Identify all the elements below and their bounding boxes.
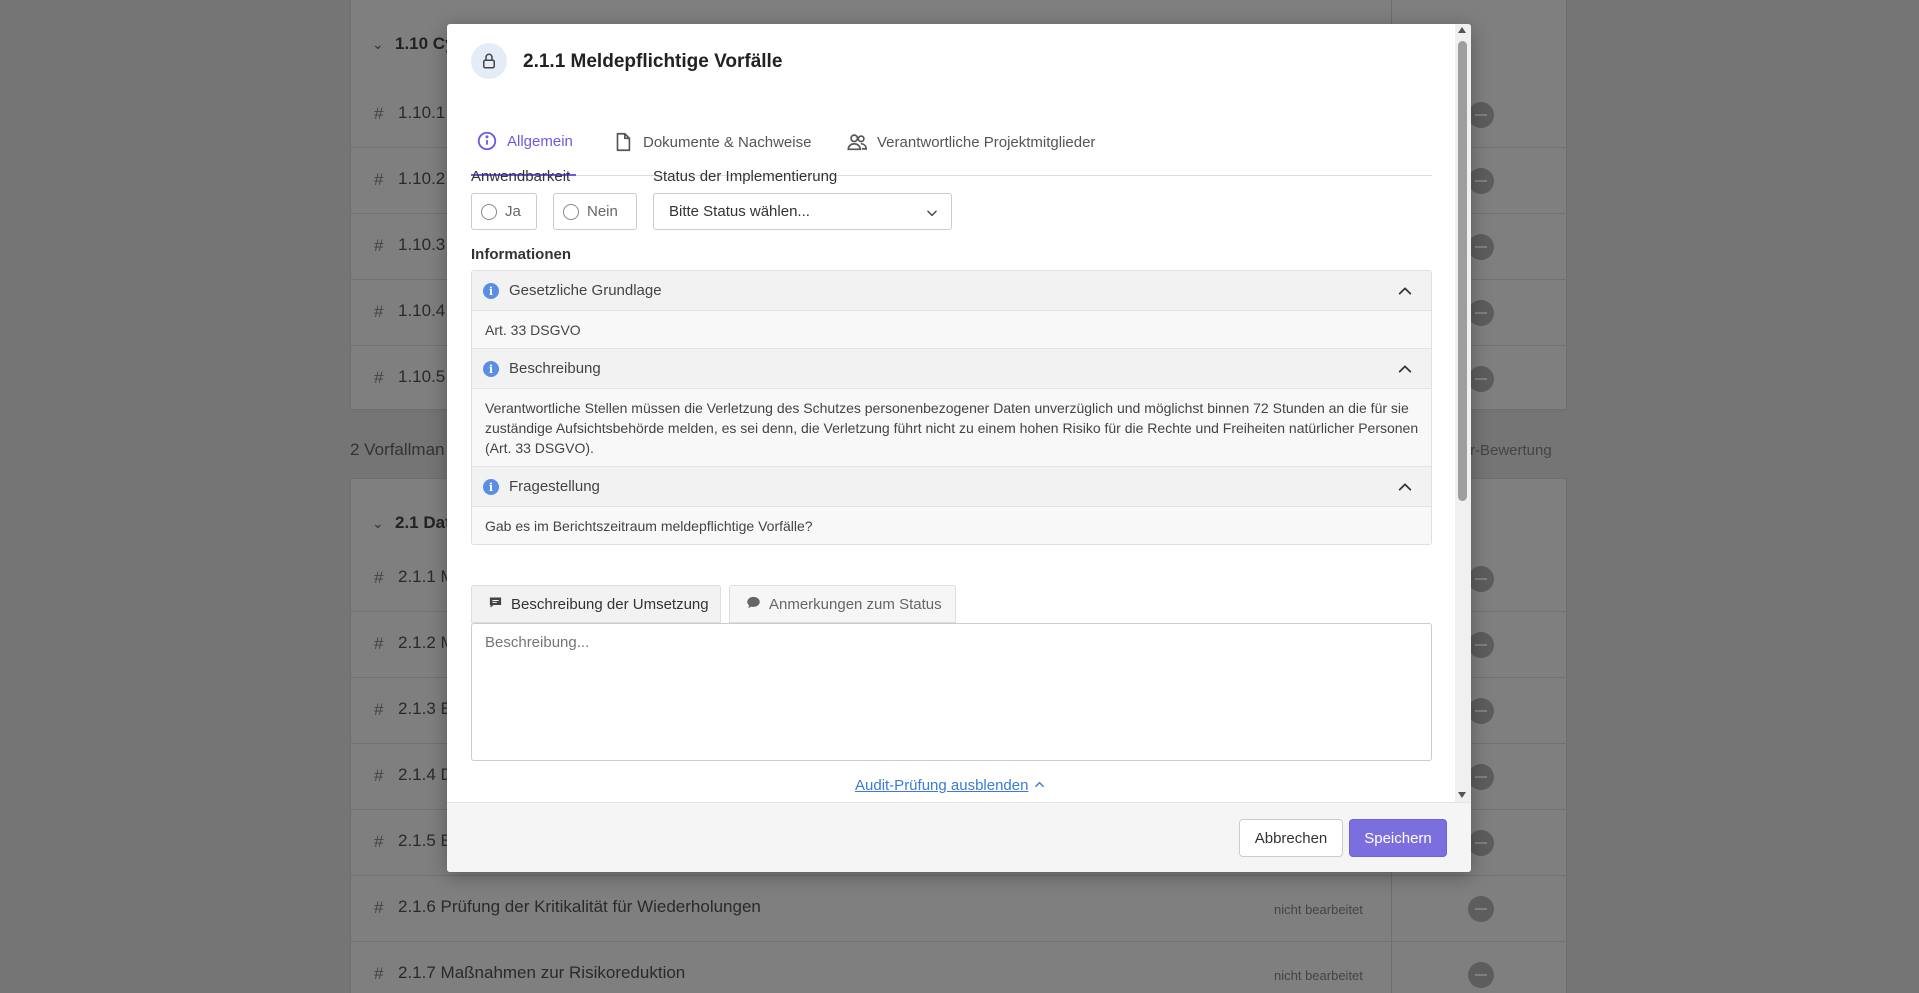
- chevron-up-icon: [1034, 777, 1045, 794]
- accordion-header-beschreibung[interactable]: i Beschreibung: [472, 349, 1431, 389]
- status-select[interactable]: Bitte Status wählen...: [653, 193, 952, 230]
- chevron-up-icon: [1397, 479, 1413, 500]
- chevron-up-icon: [1397, 361, 1413, 382]
- toggle-audit-link[interactable]: Audit-Prüfung ausblenden: [855, 777, 1045, 794]
- dialog-footer: Abbrechen Speichern: [447, 802, 1471, 872]
- info-icon: [476, 130, 498, 152]
- accordion-body: Verantwortliche Stellen müssen die Verle…: [472, 389, 1431, 467]
- radio-circle-icon: [563, 203, 579, 220]
- info-icon: i: [483, 479, 499, 495]
- status-select-value: Bitte Status wählen...: [669, 203, 810, 220]
- users-icon: [846, 131, 868, 153]
- audit-link-label: Audit-Prüfung ausblenden: [855, 777, 1029, 794]
- text-tab-label: Anmerkungen zum Status: [769, 595, 942, 613]
- tab-dokumente[interactable]: Dokumente & Nachweise: [612, 108, 811, 176]
- dialog-body: 2.1.1 Meldepflichtige Vorfälle Allgemein…: [447, 24, 1455, 802]
- tab-label: Dokumente & Nachweise: [643, 133, 812, 151]
- comment-icon: [746, 595, 761, 614]
- status-label: Status der Implementierung: [653, 168, 838, 185]
- info-heading: Informationen: [471, 246, 571, 263]
- chevron-down-icon: [925, 206, 939, 224]
- tab-beschreibung-der-umsetzung[interactable]: Beschreibung der Umsetzung: [471, 585, 721, 623]
- accordion-body: Gab es im Berichtszeitraum meldepflichti…: [472, 507, 1431, 544]
- scrollbar-thumb[interactable]: [1458, 41, 1467, 501]
- lock-icon: [471, 43, 507, 79]
- radio-nein[interactable]: Nein: [553, 193, 637, 230]
- tab-allgemein[interactable]: Allgemein: [471, 108, 576, 176]
- scroll-up-arrow-icon[interactable]: [1458, 27, 1466, 33]
- info-accordion: i Gesetzliche Grundlage Art. 33 DSGVO i …: [471, 270, 1432, 545]
- dialog-scrollbar[interactable]: [1455, 24, 1471, 802]
- radio-circle-icon: [481, 203, 497, 220]
- document-icon: [612, 131, 634, 153]
- info-icon: i: [483, 283, 499, 299]
- text-tab-label: Beschreibung der Umsetzung: [511, 595, 709, 613]
- radio-label: Ja: [505, 203, 521, 220]
- info-icon: i: [483, 361, 499, 377]
- tab-label: Allgemein: [507, 132, 573, 150]
- scroll-down-arrow-icon[interactable]: [1458, 792, 1466, 798]
- save-button[interactable]: Speichern: [1349, 819, 1447, 857]
- requirement-dialog: 2.1.1 Meldepflichtige Vorfälle Allgemein…: [447, 24, 1471, 872]
- accordion-title: Fragestellung: [509, 478, 600, 495]
- tab-anmerkungen-zum-status[interactable]: Anmerkungen zum Status: [729, 585, 956, 623]
- accordion-header-gesetzliche-grundlage[interactable]: i Gesetzliche Grundlage: [472, 271, 1431, 311]
- cancel-button[interactable]: Abbrechen: [1239, 819, 1343, 857]
- dialog-title: 2.1.1 Meldepflichtige Vorfälle: [523, 51, 783, 72]
- accordion-title: Beschreibung: [509, 360, 601, 377]
- radio-label: Nein: [587, 203, 618, 220]
- accordion-body: Art. 33 DSGVO: [472, 311, 1431, 349]
- description-textarea[interactable]: [471, 623, 1432, 761]
- tab-label: Verantwortliche Projektmitglieder: [877, 133, 1096, 151]
- accordion-header-fragestellung[interactable]: i Fragestellung: [472, 467, 1431, 507]
- radio-ja[interactable]: Ja: [471, 193, 537, 230]
- chevron-up-icon: [1397, 283, 1413, 304]
- accordion-title: Gesetzliche Grundlage: [509, 282, 662, 299]
- applicability-label: Anwendbarkeit: [471, 168, 571, 185]
- tab-verantwortliche-projektmitglieder[interactable]: Verantwortliche Projektmitglieder: [846, 108, 1095, 176]
- comment-alt-icon: [488, 595, 503, 614]
